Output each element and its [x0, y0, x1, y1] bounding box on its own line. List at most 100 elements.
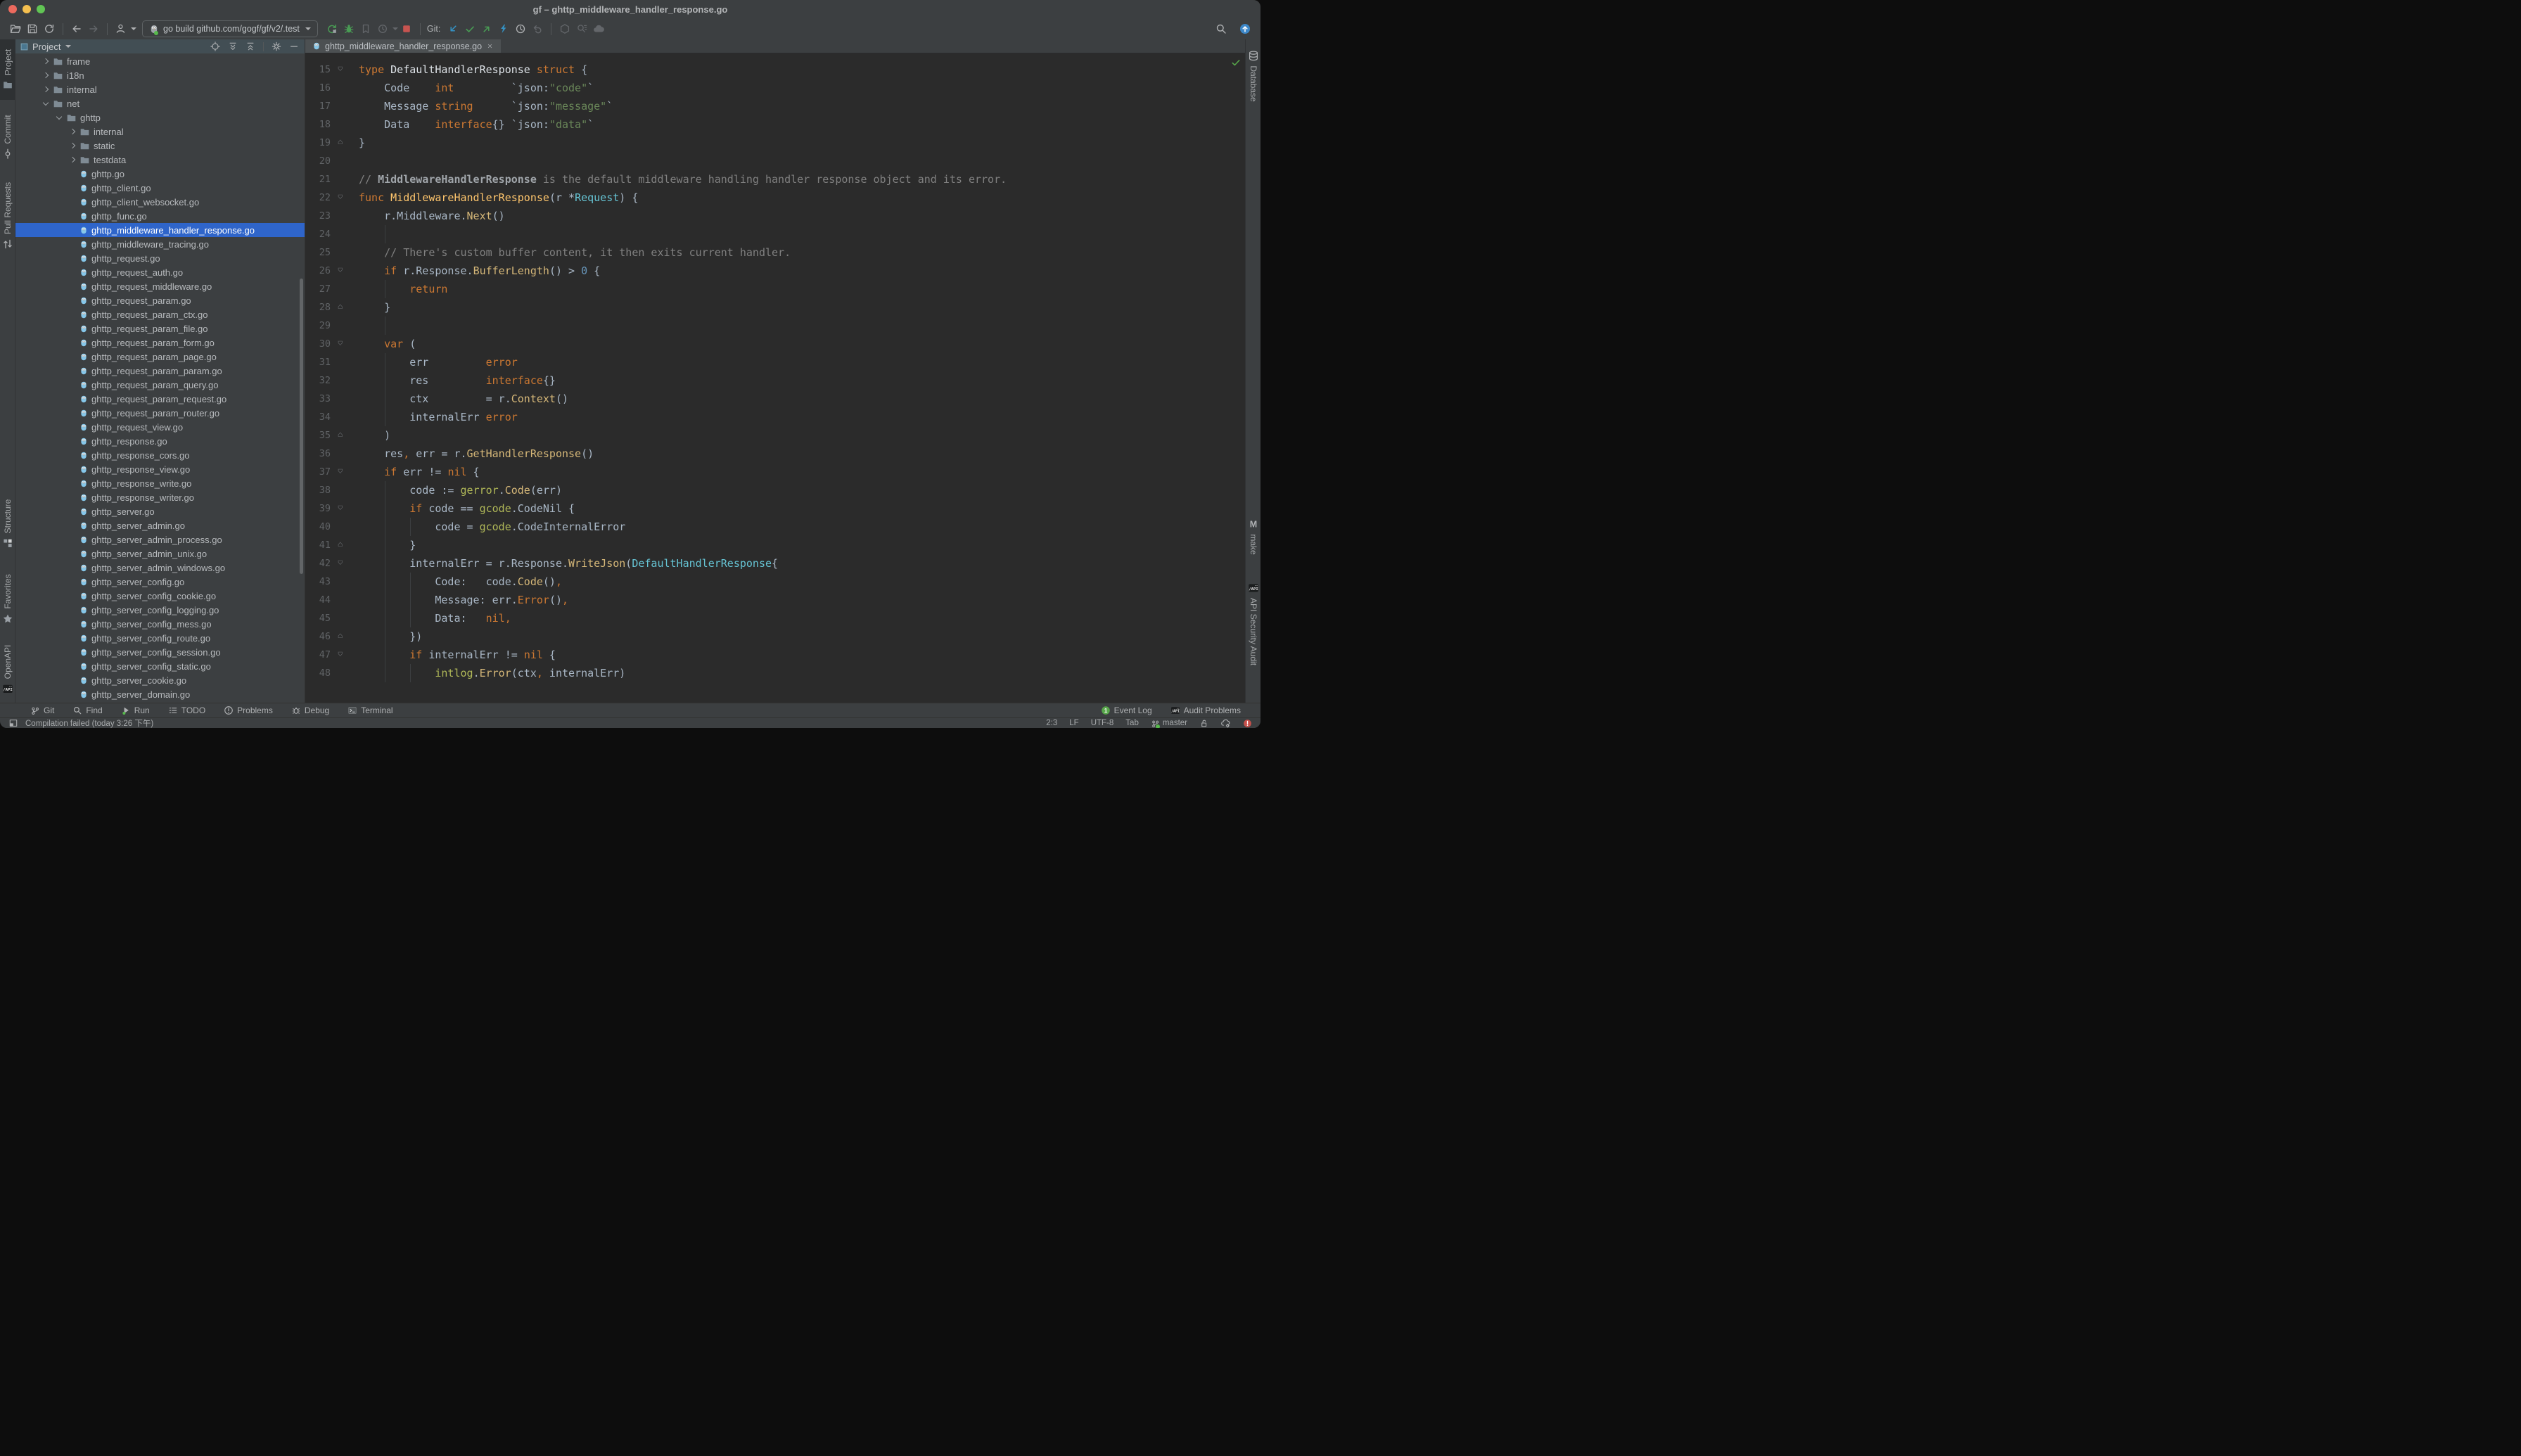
- chevron-down-icon[interactable]: [131, 27, 136, 30]
- fold-marker-icon[interactable]: [331, 340, 352, 348]
- toolbar-rerun-icon[interactable]: [324, 20, 340, 37]
- toolbar-git-fetch-icon[interactable]: [495, 20, 512, 37]
- tree-file-ghttp_response_writer.go[interactable]: ghttp_response_writer.go: [15, 490, 305, 504]
- toolbar-sync-icon[interactable]: [41, 20, 58, 37]
- code-line-20[interactable]: [359, 152, 1245, 170]
- code-line-44[interactable]: Message: err.Error(),: [359, 591, 1245, 609]
- tool-window-button-problems[interactable]: Problems: [215, 703, 282, 717]
- tree-folder-internal[interactable]: internal: [15, 82, 305, 96]
- code-line-33[interactable]: ctx = r.Context(): [359, 390, 1245, 408]
- file-encoding[interactable]: UTF-8: [1091, 719, 1114, 727]
- tool-window-button-database[interactable]: Database: [1246, 42, 1260, 110]
- toolbar-search-icon[interactable]: [1213, 20, 1230, 37]
- tree-file-ghttp_request_middleware.go[interactable]: ghttp_request_middleware.go: [15, 279, 305, 293]
- code-line-30[interactable]: var (: [359, 335, 1245, 353]
- code-line-31[interactable]: err error: [359, 353, 1245, 371]
- fold-marker-icon[interactable]: [331, 633, 352, 641]
- tree-folder-i18n[interactable]: i18n: [15, 68, 305, 82]
- cloud-gear-icon[interactable]: [1220, 718, 1231, 729]
- tree-folder-static[interactable]: static: [15, 139, 305, 153]
- tree-file-ghttp_server_domain.go[interactable]: ghttp_server_domain.go: [15, 687, 305, 701]
- tree-chevron-icon[interactable]: [70, 129, 75, 134]
- inspections-ok-icon[interactable]: [1231, 58, 1241, 68]
- tree-file-ghttp_response_cors.go[interactable]: ghttp_response_cors.go: [15, 448, 305, 462]
- editor-tab[interactable]: ghttp_middleware_handler_response.go: [305, 39, 501, 53]
- project-header-minus-icon[interactable]: [288, 40, 300, 53]
- project-scrollbar[interactable]: [300, 279, 303, 574]
- tool-window-button-pull-requests[interactable]: Pull Requests: [0, 174, 15, 257]
- code-line-18[interactable]: Data interface{} `json:"data"`: [359, 115, 1245, 134]
- project-tree[interactable]: framei18ninternalnetghttpinternalstatict…: [15, 53, 305, 703]
- code-line-17[interactable]: Message string `json:"message"`: [359, 97, 1245, 115]
- fold-marker-icon[interactable]: [331, 560, 352, 568]
- tree-folder-net[interactable]: net: [15, 96, 305, 110]
- tree-file-ghttp_response_view.go[interactable]: ghttp_response_view.go: [15, 462, 305, 476]
- tree-file-ghttp_request_param_form.go[interactable]: ghttp_request_param_form.go: [15, 336, 305, 350]
- tree-file-ghttp_server_config_logging.go[interactable]: ghttp_server_config_logging.go: [15, 603, 305, 617]
- tree-file-ghttp_request_view.go[interactable]: ghttp_request_view.go: [15, 420, 305, 434]
- tree-chevron-icon[interactable]: [56, 113, 62, 119]
- fold-marker-icon[interactable]: [331, 505, 352, 513]
- toolbar-debug-bug-icon[interactable]: [340, 20, 357, 37]
- project-header-gear-icon[interactable]: [270, 40, 283, 53]
- code-line-38[interactable]: code := gerror.Code(err): [359, 481, 1245, 499]
- fold-marker-icon[interactable]: [331, 194, 352, 202]
- tool-window-button-favorites[interactable]: Favorites: [0, 566, 15, 632]
- tree-file-ghttp_func.go[interactable]: ghttp_func.go: [15, 209, 305, 223]
- tree-file-ghttp_server_admin_unix.go[interactable]: ghttp_server_admin_unix.go: [15, 547, 305, 561]
- tree-folder-ghttp[interactable]: ghttp: [15, 110, 305, 124]
- code-editor[interactable]: 1516171819202122232425262728293031323334…: [305, 53, 1245, 703]
- status-message[interactable]: Compilation failed (today 3:26 下午): [25, 717, 153, 728]
- code-line-19[interactable]: }: [359, 134, 1245, 152]
- tree-chevron-icon[interactable]: [70, 143, 75, 148]
- tree-file-ghttp_server_config.go[interactable]: ghttp_server_config.go: [15, 575, 305, 589]
- tree-file-ghttp_response.go[interactable]: ghttp_response.go: [15, 434, 305, 448]
- fold-marker-icon[interactable]: [331, 468, 352, 476]
- fold-marker-icon[interactable]: [331, 139, 352, 147]
- tool-window-button-commit[interactable]: Commit: [0, 107, 15, 167]
- tree-file-ghttp_request_param_page.go[interactable]: ghttp_request_param_page.go: [15, 350, 305, 364]
- code-line-22[interactable]: func MiddlewareHandlerResponse(r *Reques…: [359, 189, 1245, 207]
- tree-file-ghttp_client.go[interactable]: ghttp_client.go: [15, 181, 305, 195]
- toolbar-git-commit-icon[interactable]: [461, 20, 478, 37]
- tree-file-ghttp_server_admin_windows.go[interactable]: ghttp_server_admin_windows.go: [15, 561, 305, 575]
- code-line-41[interactable]: }: [359, 536, 1245, 554]
- tool-window-button-find[interactable]: Find: [63, 703, 111, 717]
- indent-style[interactable]: Tab: [1125, 719, 1139, 727]
- fold-marker-icon[interactable]: [331, 542, 352, 549]
- toolbar-user-icon[interactable]: [113, 20, 129, 37]
- tree-chevron-icon[interactable]: [43, 87, 49, 92]
- tool-window-button-openapi[interactable]: /APIOpenAPI: [0, 638, 15, 701]
- tree-file-ghttp_request_param_ctx.go[interactable]: ghttp_request_param_ctx.go: [15, 307, 305, 321]
- code-line-43[interactable]: Code: code.Code(),: [359, 573, 1245, 591]
- tool-window-button-debug[interactable]: Debug: [282, 703, 338, 717]
- tree-folder-internal[interactable]: internal: [15, 124, 305, 139]
- toolbar-back-icon[interactable]: [68, 20, 85, 37]
- tree-file-ghttp_request_auth.go[interactable]: ghttp_request_auth.go: [15, 265, 305, 279]
- tree-file-ghttp_server_cookie.go[interactable]: ghttp_server_cookie.go: [15, 673, 305, 687]
- toolbar-stop-icon[interactable]: [398, 20, 415, 37]
- tool-window-button-run[interactable]: Run: [112, 703, 159, 717]
- code-line-28[interactable]: }: [359, 298, 1245, 317]
- tree-folder-testdata[interactable]: testdata: [15, 153, 305, 167]
- tree-file-ghttp_middleware_handler_response.go[interactable]: ghttp_middleware_handler_response.go: [15, 223, 305, 237]
- project-panel-title-button[interactable]: Project: [20, 41, 71, 52]
- code-line-40[interactable]: code = gcode.CodeInternalError: [359, 518, 1245, 536]
- tree-chevron-icon[interactable]: [43, 99, 49, 105]
- git-branch-widget[interactable]: master: [1151, 719, 1187, 728]
- tree-file-ghttp_response_write.go[interactable]: ghttp_response_write.go: [15, 476, 305, 490]
- toolbar-git-update-icon[interactable]: [445, 20, 461, 37]
- project-header-locate-icon[interactable]: [209, 40, 222, 53]
- code-line-42[interactable]: internalErr = r.Response.WriteJson(Defau…: [359, 554, 1245, 573]
- toolbar-open-project-icon[interactable]: [7, 20, 24, 37]
- toolbar-history-icon[interactable]: [512, 20, 529, 37]
- tree-file-ghttp.go[interactable]: ghttp.go: [15, 167, 305, 181]
- tree-file-ghttp_server_config_mess.go[interactable]: ghttp_server_config_mess.go: [15, 617, 305, 631]
- tool-window-button-terminal[interactable]: Terminal: [338, 703, 402, 717]
- fold-marker-icon[interactable]: [331, 267, 352, 275]
- tree-file-ghttp_request.go[interactable]: ghttp_request.go: [15, 251, 305, 265]
- project-header-expand-all-icon[interactable]: [226, 40, 239, 53]
- code-line-15[interactable]: type DefaultHandlerResponse struct {: [359, 60, 1245, 79]
- tree-file-ghttp_request_param_router.go[interactable]: ghttp_request_param_router.go: [15, 406, 305, 420]
- tree-file-ghttp_request_param_request.go[interactable]: ghttp_request_param_request.go: [15, 392, 305, 406]
